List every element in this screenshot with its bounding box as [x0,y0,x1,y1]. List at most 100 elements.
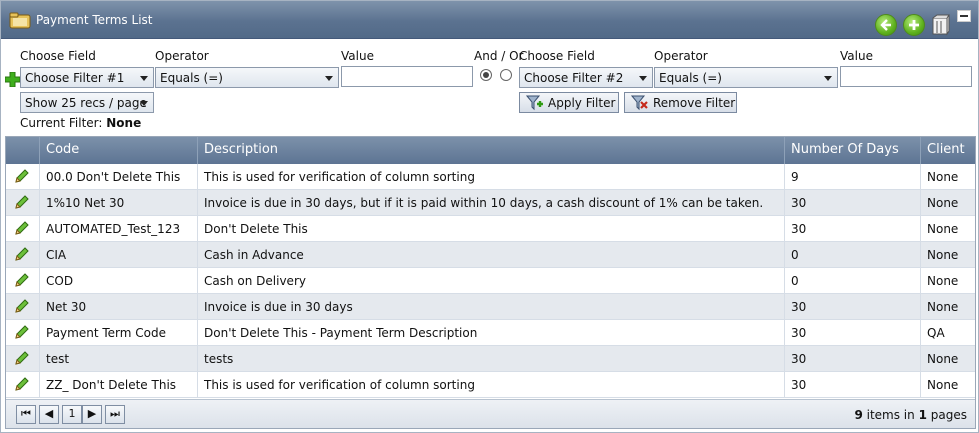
table-row[interactable]: 1%10 Net 30 Invoice is due in 30 days, bu… [6,190,975,216]
prev-page-button[interactable]: ◀ [39,405,59,424]
apply-filter-label: Apply Filter [548,96,616,110]
cell-code: test [39,346,197,371]
current-filter: Current Filter: None [20,116,141,130]
cell-number-of-days: 30 [784,320,920,345]
cell-code: Net 30 [39,294,197,319]
choose-field-value-1: Choose Filter #1 [25,71,125,85]
remove-filter-button[interactable]: Remove Filter [624,92,737,113]
header-description[interactable]: Description [197,137,784,164]
window-title: Payment Terms List [36,13,153,27]
grid-pager: ⏮ ◀ 1 ▶ ⏭ 9 items in 1 pages [6,399,975,428]
payment-terms-grid: Code Description Number Of Days Client 0… [5,136,976,429]
cell-description: Cash in Advance [197,242,784,267]
cell-description: Invoice is due in 30 days [197,294,784,319]
cell-number-of-days: 0 [784,268,920,293]
or-radio[interactable] [500,69,512,81]
choose-field-select-2[interactable]: Choose Filter #2 [519,67,653,88]
pencil-edit-icon[interactable] [14,246,30,262]
add-filter-icon[interactable] [5,72,20,87]
cell-client: None [920,372,975,397]
cell-code: CIA [39,242,197,267]
choose-field-select-1[interactable]: Choose Filter #1 [20,67,154,88]
page-size-select[interactable]: Show 25 recs / page [20,92,154,113]
header-client[interactable]: Client [920,137,975,164]
choose-field-label-2: Choose Field [519,49,595,63]
add-icon [909,20,919,30]
cell-client: None [920,164,975,189]
apply-filter-button[interactable]: Apply Filter [519,92,619,113]
folder-icon [9,12,31,29]
cell-client: None [920,268,975,293]
operator-value-2: Equals (=) [659,71,722,85]
cell-description: Invoice is due in 30 days, but if it is … [197,190,784,215]
header-code[interactable]: Code [39,137,197,164]
pencil-edit-icon[interactable] [14,298,30,314]
table-row[interactable]: AUTOMATED_Test_123 Don't Delete This 30 Non… [6,216,975,242]
back-arrow-icon [880,19,891,31]
cell-code: AUTOMATED_Test_123 [39,216,197,241]
cell-code: Payment Term Code [39,320,197,345]
remove-filter-label: Remove Filter [653,96,736,110]
cell-code: 00.0 Don't Delete This [39,164,197,189]
cell-number-of-days: 30 [784,372,920,397]
filter-remove-icon [631,95,648,111]
current-filter-value: None [106,116,142,130]
cell-client: QA [920,320,975,345]
value-label-1: Value [341,49,374,63]
cell-client: None [920,242,975,267]
chevron-down-icon [824,76,832,81]
pencil-edit-icon[interactable] [14,376,30,392]
cell-code: 1%10 Net 30 [39,190,197,215]
choose-field-value-2: Choose Filter #2 [524,71,624,85]
cell-client: None [920,216,975,241]
next-page-button[interactable]: ▶ [82,405,102,424]
pencil-edit-icon[interactable] [14,194,30,210]
cell-client: None [920,346,975,371]
table-row[interactable]: test tests 30 None [6,346,975,372]
operator-label-1: Operator [155,49,209,63]
cell-description: Cash on Delivery [197,268,784,293]
cell-description: tests [197,346,784,371]
table-row[interactable]: COD Cash on Delivery 0 None [6,268,975,294]
pencil-edit-icon[interactable] [14,350,30,366]
value-input-2[interactable] [840,66,972,87]
cell-description: This is used for verification of column … [197,164,784,189]
operator-label-2: Operator [654,49,708,63]
operator-select-2[interactable]: Equals (=) [654,67,838,88]
cell-number-of-days: 30 [784,346,920,371]
table-row[interactable]: 00.0 Don't Delete This This is used for v… [6,164,975,190]
pencil-edit-icon[interactable] [14,168,30,184]
page-size-value: Show 25 recs / page [25,96,147,110]
table-row[interactable]: Net 30 Invoice is due in 30 days 30 None [6,294,975,320]
table-row[interactable]: ZZ_ Don't Delete This This is used for ve… [6,372,975,398]
cell-description: Don't Delete This - Payment Term Descrip… [197,320,784,345]
page-1-button[interactable]: 1 [62,405,82,424]
cell-number-of-days: 30 [784,294,920,319]
value-input-1[interactable] [341,66,473,87]
items-text: items in [866,408,915,422]
column-chooser-icon[interactable] [929,14,951,36]
pencil-edit-icon[interactable] [14,272,30,288]
cell-number-of-days: 0 [784,242,920,267]
cell-number-of-days: 30 [784,190,920,215]
add-button[interactable] [903,14,925,36]
grid-header: Code Description Number Of Days Client [6,137,975,164]
pages-count: 1 [918,408,927,422]
payment-terms-window: Payment Terms List Choose Field Operator… [0,0,979,433]
cell-code: ZZ_ Don't Delete This [39,372,197,397]
and-radio[interactable] [480,69,492,81]
table-row[interactable]: Payment Term Code Don't Delete This - Pay… [6,320,975,346]
pencil-edit-icon[interactable] [14,324,30,340]
last-page-button[interactable]: ⏭ [105,405,125,424]
cell-number-of-days: 9 [784,164,920,189]
back-button[interactable] [875,14,897,36]
minimize-button[interactable] [957,10,971,22]
header-number-of-days[interactable]: Number Of Days [784,137,920,164]
chevron-down-icon [140,101,148,106]
table-row[interactable]: CIA Cash in Advance 0 None [6,242,975,268]
pencil-edit-icon[interactable] [14,220,30,236]
cell-description: Don't Delete This [197,216,784,241]
filter-apply-icon [526,95,543,111]
operator-select-1[interactable]: Equals (=) [155,67,339,88]
first-page-button[interactable]: ⏮ [16,405,36,424]
